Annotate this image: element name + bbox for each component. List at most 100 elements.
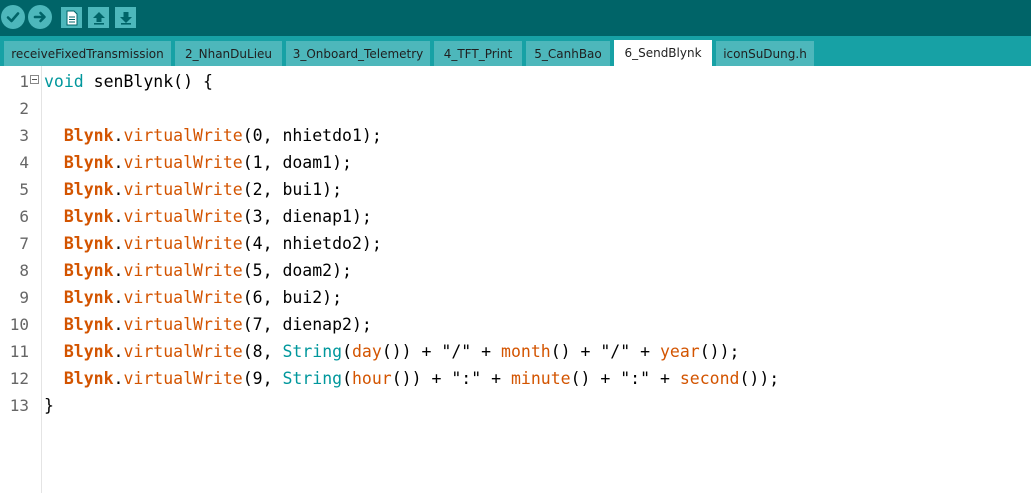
- code-token-plain: (5, doam2);: [242, 261, 352, 280]
- toolbar: [0, 0, 1031, 36]
- code-token-plain: (1, doam1);: [242, 153, 352, 172]
- code-token-fn: virtualWrite: [123, 315, 243, 334]
- code-line[interactable]: }: [44, 392, 54, 419]
- code-token-blynk: Blynk: [63, 153, 114, 172]
- upload-arrow-icon: [33, 11, 46, 23]
- code-token-plain: ()) + "/" +: [381, 342, 502, 361]
- code-token-fn: virtualWrite: [123, 126, 243, 145]
- verify-check-icon: [6, 12, 20, 23]
- tab-2-nhandulieu[interactable]: 2_NhanDuLieu: [175, 41, 282, 66]
- code-token-blynk: Blynk: [63, 126, 114, 145]
- code-token-plain: .: [113, 126, 124, 145]
- code-token-plain: (: [342, 369, 352, 388]
- code-token-plain: .: [113, 261, 124, 280]
- new-file-icon: [66, 10, 77, 25]
- code-token-plain: .: [113, 369, 124, 388]
- line-number: 6: [19, 207, 29, 226]
- line-number: 9: [19, 288, 29, 307]
- code-token-fn: month: [501, 342, 551, 361]
- code-token-plain: .: [113, 315, 124, 334]
- line-number: 5: [19, 180, 29, 199]
- code-line[interactable]: Blynk.virtualWrite(4, nhietdo2);: [44, 230, 382, 257]
- code-token-blynk: Blynk: [63, 261, 114, 280]
- code-token-plain: (: [342, 342, 352, 361]
- code-token-plain: ());: [739, 369, 780, 388]
- tab-receivefixedtransmission[interactable]: receiveFixedTransmission: [4, 41, 171, 66]
- code-token-blynk: Blynk: [63, 234, 114, 253]
- code-token-fn: second: [679, 369, 740, 388]
- code-token-plain: ());: [699, 342, 740, 361]
- code-token-plain: (2, bui1);: [242, 180, 343, 199]
- code-token-fn: virtualWrite: [123, 180, 243, 199]
- code-token-fn: virtualWrite: [123, 342, 243, 361]
- code-token-plain: }: [44, 396, 54, 415]
- code-token-blynk: Blynk: [63, 342, 114, 361]
- line-number: 1: [19, 72, 29, 91]
- line-number: 13: [9, 396, 29, 415]
- code-token-plain: () + "/" +: [550, 342, 660, 361]
- code-line[interactable]: Blynk.virtualWrite(9, String(hour()) + "…: [44, 365, 779, 392]
- tab-5-canhbao[interactable]: 5_CanhBao: [526, 41, 610, 66]
- fold-toggle-icon[interactable]: [30, 75, 39, 84]
- open-button[interactable]: [88, 7, 109, 28]
- gutter-divider: [41, 66, 42, 493]
- code-token-blynk: Blynk: [63, 369, 114, 388]
- code-line[interactable]: Blynk.virtualWrite(3, dienap1);: [44, 203, 372, 230]
- code-token-fn: virtualWrite: [123, 207, 243, 226]
- code-token-plain: .: [113, 207, 124, 226]
- code-line[interactable]: Blynk.virtualWrite(5, doam2);: [44, 257, 352, 284]
- code-token-fn: day: [352, 342, 382, 361]
- code-line[interactable]: Blynk.virtualWrite(2, bui1);: [44, 176, 342, 203]
- tab-iconsudung-h[interactable]: iconSuDung.h: [716, 41, 814, 66]
- code-token-plain: ()) + ":" +: [391, 369, 511, 388]
- code-line[interactable]: Blynk.virtualWrite(7, dienap2);: [44, 311, 372, 338]
- code-token-type: void: [44, 72, 84, 91]
- code-token-plain: .: [113, 180, 124, 199]
- line-number: 4: [19, 153, 29, 172]
- code-token-fn: minute: [510, 369, 571, 388]
- code-token-plain: .: [113, 342, 124, 361]
- line-number: 8: [19, 261, 29, 280]
- upload-button[interactable]: [28, 5, 52, 29]
- code-editor[interactable]: 1 2 3 4 5 6 7 8 9 10 11 12 13 void senBlynk() { Blyn…: [0, 66, 1031, 493]
- open-up-arrow-icon: [92, 11, 105, 25]
- code-token-fn: virtualWrite: [123, 261, 243, 280]
- line-number: 3: [19, 126, 29, 145]
- line-number: 11: [9, 342, 29, 361]
- verify-button[interactable]: [1, 5, 25, 29]
- line-number: 12: [9, 369, 29, 388]
- code-line[interactable]: Blynk.virtualWrite(0, nhietdo1);: [44, 122, 382, 149]
- tab-4-tft-print[interactable]: 4_TFT_Print: [434, 41, 522, 66]
- code-token-plain: .: [113, 234, 124, 253]
- code-token-lit: String: [282, 369, 343, 388]
- code-token-plain: (9,: [242, 369, 283, 388]
- save-button[interactable]: [115, 7, 136, 28]
- code-token-fn: year: [659, 342, 700, 361]
- save-down-arrow-icon: [119, 11, 132, 25]
- code-line[interactable]: void senBlynk() {: [44, 68, 213, 95]
- code-token-fn: virtualWrite: [123, 234, 243, 253]
- code-token-plain: .: [113, 153, 124, 172]
- new-button[interactable]: [61, 7, 82, 28]
- tab-6-sendblynk[interactable]: 6_SendBlynk: [614, 40, 712, 66]
- code-token-lit: String: [282, 342, 343, 361]
- code-token-plain: (7, dienap2);: [242, 315, 372, 334]
- code-token-blynk: Blynk: [63, 207, 114, 226]
- code-line[interactable]: Blynk.virtualWrite(6, bui2);: [44, 284, 342, 311]
- code-token-plain: (8,: [242, 342, 283, 361]
- tab-3-onboard-telemetry[interactable]: 3_Onboard_Telemetry: [286, 41, 430, 66]
- code-token-blynk: Blynk: [63, 180, 114, 199]
- code-line[interactable]: Blynk.virtualWrite(1, doam1);: [44, 149, 352, 176]
- tab-bar: receiveFixedTransmission 2_NhanDuLieu 3_…: [0, 36, 1031, 66]
- code-token-plain: (6, bui2);: [242, 288, 343, 307]
- code-token-plain: .: [113, 288, 124, 307]
- code-line[interactable]: Blynk.virtualWrite(8, String(day()) + "/…: [44, 338, 740, 365]
